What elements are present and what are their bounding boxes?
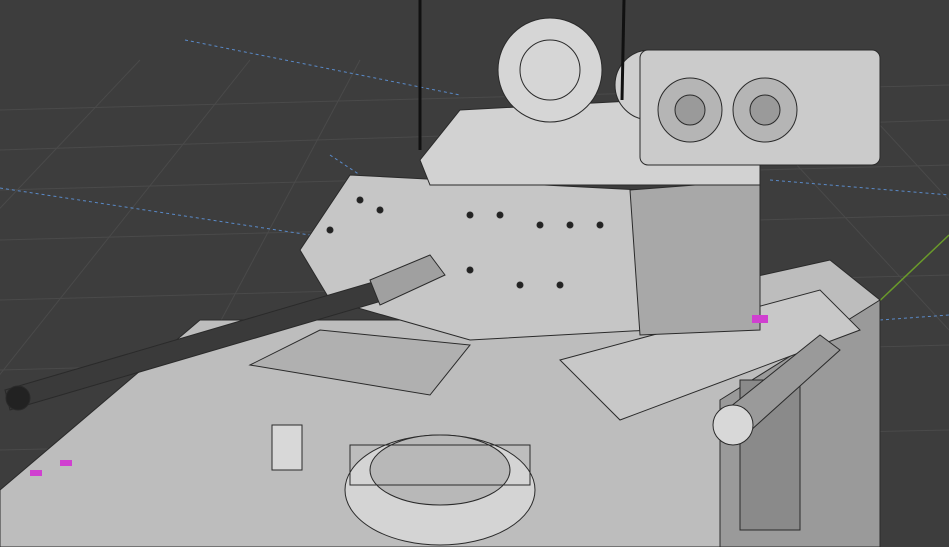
viewport-canvas[interactable] <box>0 0 949 547</box>
tank-model[interactable] <box>0 0 881 547</box>
drum-cap <box>712 404 754 446</box>
3d-viewport[interactable] <box>0 0 949 547</box>
commander-hatch <box>344 434 536 546</box>
antenna-right <box>620 0 626 101</box>
sensor-pod <box>639 49 881 166</box>
y-axis-line <box>869 234 949 311</box>
turret-front <box>299 174 651 341</box>
periscope-block <box>271 424 303 471</box>
turret-side <box>629 179 761 336</box>
muzzle <box>5 385 31 411</box>
